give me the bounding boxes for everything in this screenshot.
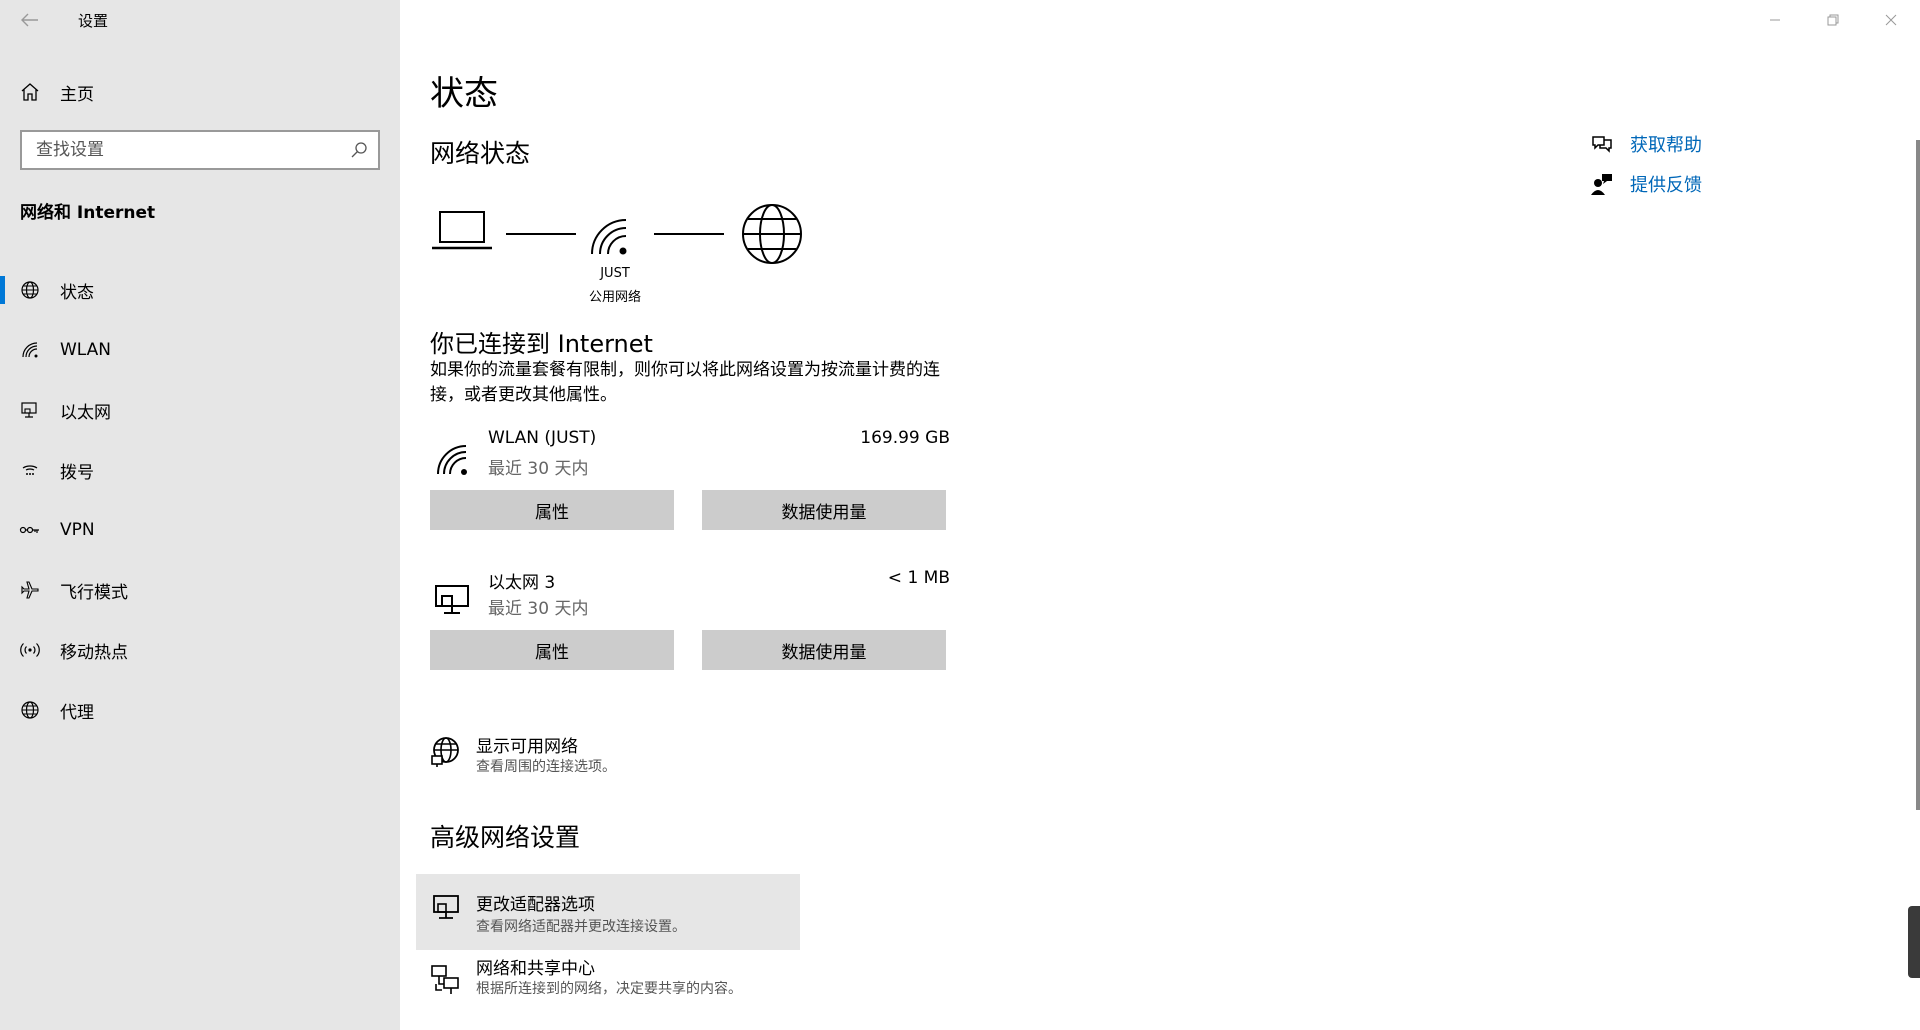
link-title: 网络和共享中心 <box>476 959 595 979</box>
close-button[interactable] <box>1862 0 1920 40</box>
side-widget[interactable] <box>1908 906 1920 978</box>
adapter-period: 最近 30 天内 <box>488 459 589 479</box>
sidebar-item-label: 以太网 <box>60 402 111 423</box>
sidebar-item-label: VPN <box>60 520 95 540</box>
sidebar-item-proxy[interactable]: 代理 <box>0 680 400 740</box>
dialup-icon <box>18 458 42 482</box>
network-diagram: JUST 公用网络 <box>430 196 850 306</box>
wifi-icon <box>18 338 42 362</box>
page-title: 状态 <box>430 74 498 114</box>
sidebar-item-vpn[interactable]: VPN <box>0 500 400 560</box>
help-links: 获取帮助 提供反馈 <box>1590 124 1702 204</box>
link-subtitle: 根据所连接到的网络，决定要共享的内容。 <box>476 981 742 997</box>
get-help-text: 获取帮助 <box>1630 135 1702 156</box>
feedback-person-icon <box>1591 174 1612 195</box>
search-input[interactable] <box>22 132 322 168</box>
adapter-period: 最近 30 天内 <box>488 599 589 619</box>
link-subtitle: 查看网络适配器并更改连接设置。 <box>476 919 686 935</box>
scrollbar[interactable] <box>1916 140 1920 810</box>
home-icon <box>18 80 42 104</box>
airplane-icon <box>18 578 42 602</box>
adapter-name: 以太网 3 <box>488 573 556 593</box>
window-controls <box>1746 0 1920 40</box>
laptop-icon <box>432 211 492 250</box>
network-type: 公用网络 <box>588 290 641 305</box>
sidebar-item-home[interactable]: 主页 <box>0 72 400 112</box>
connection-description: 如果你的流量套餐有限制，则你可以将此网络设置为按流量计费的连接，或者更改其他属性… <box>430 360 940 405</box>
link-title: 更改适配器选项 <box>476 895 595 915</box>
sidebar: 设置 主页 网络和 Internet 状态 WLAN 以太网 <box>0 0 400 1030</box>
data-usage-button[interactable]: 数据使用量 <box>702 630 946 670</box>
back-button[interactable] <box>14 8 46 32</box>
vpn-icon <box>18 518 42 542</box>
network-name: JUST <box>600 266 630 281</box>
get-help-link[interactable]: 获取帮助 <box>1590 124 1702 164</box>
search-icon[interactable] <box>350 141 368 159</box>
minimize-button[interactable] <box>1746 0 1804 40</box>
globe-network-icon <box>431 737 459 767</box>
home-label: 主页 <box>60 84 94 105</box>
adapter-usage: 169.99 GB <box>860 428 950 448</box>
search-box[interactable] <box>20 130 380 170</box>
adapter-ethernet: 以太网 3 最近 30 天内 < 1 MB 属性 数据使用量 <box>430 568 950 672</box>
sidebar-item-label: 状态 <box>60 282 94 303</box>
close-icon <box>1885 14 1897 26</box>
sidebar-item-ethernet[interactable]: 以太网 <box>0 380 400 440</box>
restore-button[interactable] <box>1804 0 1862 40</box>
wifi-icon <box>437 445 467 475</box>
sidebar-item-dialup[interactable]: 拨号 <box>0 440 400 500</box>
link-subtitle: 查看周围的连接选项。 <box>476 759 616 775</box>
internet-globe-icon <box>742 204 802 264</box>
adapter-wlan: WLAN (JUST) 最近 30 天内 169.99 GB 属性 数据使用量 <box>430 428 950 532</box>
connection-title: 你已连接到 Internet <box>430 330 653 358</box>
globe-icon <box>18 698 42 722</box>
minimize-icon <box>1770 19 1780 21</box>
globe-status-icon <box>18 278 42 302</box>
section-title: 网络和 Internet <box>20 203 156 223</box>
titlebar-left: 设置 <box>0 0 400 40</box>
back-arrow-icon <box>21 13 38 27</box>
adapter-usage: < 1 MB <box>887 568 950 588</box>
sharing-center-icon <box>431 965 459 994</box>
sidebar-item-label: 拨号 <box>60 462 94 483</box>
feedback-text: 提供反馈 <box>1630 175 1702 196</box>
network-diagram-graphic <box>432 204 802 264</box>
hotspot-icon <box>18 638 42 662</box>
sidebar-item-label: 代理 <box>60 702 94 723</box>
data-usage-button[interactable]: 数据使用量 <box>702 490 946 530</box>
ethernet-icon <box>435 585 469 614</box>
chat-help-icon <box>1592 136 1612 153</box>
advanced-settings-title: 高级网络设置 <box>430 823 581 852</box>
adapter-name: WLAN (JUST) <box>488 428 597 448</box>
nav-list: 状态 WLAN 以太网 拨号 VPN 飞行模式 移动热点 代理 <box>0 260 400 740</box>
sidebar-item-status[interactable]: 状态 <box>0 260 400 320</box>
restore-icon <box>1827 14 1839 26</box>
sidebar-item-wlan[interactable]: WLAN <box>0 320 400 380</box>
main-content: 状态 网络状态 JUST 公用网络 你已连接到 Internet 如果你的流量套… <box>400 0 1920 1030</box>
change-adapter-options[interactable]: 更改适配器选项 查看网络适配器并更改连接设置。 <box>416 874 800 950</box>
wifi-icon <box>591 219 627 255</box>
show-available-networks[interactable]: 显示可用网络 查看周围的连接选项。 <box>430 730 830 780</box>
ethernet-icon <box>18 398 42 422</box>
link-title: 显示可用网络 <box>476 737 578 757</box>
sidebar-item-label: 飞行模式 <box>60 582 128 603</box>
adapter-monitor-icon <box>433 895 459 919</box>
app-title: 设置 <box>78 12 109 30</box>
sidebar-item-airplane[interactable]: 飞行模式 <box>0 560 400 620</box>
feedback-link[interactable]: 提供反馈 <box>1590 164 1702 204</box>
properties-button[interactable]: 属性 <box>430 630 674 670</box>
sidebar-item-label: WLAN <box>60 340 112 360</box>
properties-button[interactable]: 属性 <box>430 490 674 530</box>
sidebar-item-hotspot[interactable]: 移动热点 <box>0 620 400 680</box>
sidebar-item-label: 移动热点 <box>60 642 128 663</box>
network-status-title: 网络状态 <box>430 139 531 168</box>
network-sharing-center[interactable]: 网络和共享中心 根据所连接到的网络，决定要共享的内容。 <box>416 950 800 1026</box>
